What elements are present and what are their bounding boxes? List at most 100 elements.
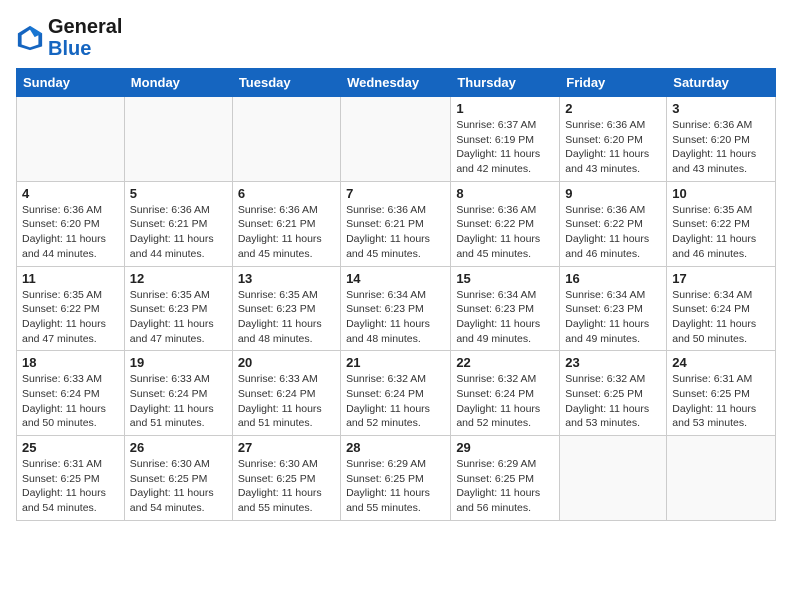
day-number: 3: [672, 101, 770, 116]
day-info: Sunrise: 6:36 AM Sunset: 6:20 PM Dayligh…: [565, 118, 661, 177]
day-info: Sunrise: 6:34 AM Sunset: 6:24 PM Dayligh…: [672, 288, 770, 347]
day-info: Sunrise: 6:33 AM Sunset: 6:24 PM Dayligh…: [130, 372, 227, 431]
day-info: Sunrise: 6:36 AM Sunset: 6:21 PM Dayligh…: [346, 203, 445, 262]
day-cell: 15 Sunrise: 6:34 AM Sunset: 6:23 PM Dayli…: [451, 266, 560, 351]
day-number: 25: [22, 440, 119, 455]
day-number: 28: [346, 440, 445, 455]
column-header-saturday: Saturday: [667, 69, 776, 97]
day-number: 24: [672, 355, 770, 370]
day-cell: 28 Sunrise: 6:29 AM Sunset: 6:25 PM Dayli…: [341, 436, 451, 521]
day-cell: 9 Sunrise: 6:36 AM Sunset: 6:22 PM Daylig…: [560, 181, 667, 266]
day-number: 12: [130, 271, 227, 286]
logo-text: General Blue: [48, 16, 122, 60]
day-cell: [667, 436, 776, 521]
day-cell: 27 Sunrise: 6:30 AM Sunset: 6:25 PM Dayli…: [232, 436, 340, 521]
day-number: 4: [22, 186, 119, 201]
day-number: 9: [565, 186, 661, 201]
day-info: Sunrise: 6:35 AM Sunset: 6:23 PM Dayligh…: [238, 288, 335, 347]
day-info: Sunrise: 6:34 AM Sunset: 6:23 PM Dayligh…: [565, 288, 661, 347]
calendar-header: SundayMondayTuesdayWednesdayThursdayFrid…: [17, 69, 776, 97]
day-cell: 26 Sunrise: 6:30 AM Sunset: 6:25 PM Dayli…: [124, 436, 232, 521]
day-info: Sunrise: 6:36 AM Sunset: 6:21 PM Dayligh…: [238, 203, 335, 262]
day-cell: 5Sunrise: 6:36 AM Sunset: 6:21 PM Daylig…: [124, 181, 232, 266]
day-cell: 4 Sunrise: 6:36 AM Sunset: 6:20 PM Daylig…: [17, 181, 125, 266]
day-number: 7: [346, 186, 445, 201]
day-cell: 21 Sunrise: 6:32 AM Sunset: 6:24 PM Dayli…: [341, 351, 451, 436]
day-info: Sunrise: 6:32 AM Sunset: 6:25 PM Dayligh…: [565, 372, 661, 431]
day-cell: 29 Sunrise: 6:29 AM Sunset: 6:25 PM Dayli…: [451, 436, 560, 521]
day-info: Sunrise: 6:32 AM Sunset: 6:24 PM Dayligh…: [456, 372, 554, 431]
day-number: 1: [456, 101, 554, 116]
day-info: Sunrise: 6:29 AM Sunset: 6:25 PM Dayligh…: [346, 457, 445, 516]
day-cell: 14Sunrise: 6:34 AM Sunset: 6:23 PM Dayli…: [341, 266, 451, 351]
day-cell: [560, 436, 667, 521]
week-row-2: 11 Sunrise: 6:35 AM Sunset: 6:22 PM Dayli…: [17, 266, 776, 351]
day-number: 18: [22, 355, 119, 370]
day-number: 13: [238, 271, 335, 286]
week-row-4: 25 Sunrise: 6:31 AM Sunset: 6:25 PM Dayli…: [17, 436, 776, 521]
day-info: Sunrise: 6:30 AM Sunset: 6:25 PM Dayligh…: [238, 457, 335, 516]
day-cell: [124, 97, 232, 182]
day-number: 14: [346, 271, 445, 286]
day-cell: 16 Sunrise: 6:34 AM Sunset: 6:23 PM Dayli…: [560, 266, 667, 351]
day-info: Sunrise: 6:36 AM Sunset: 6:20 PM Dayligh…: [22, 203, 119, 262]
day-info: Sunrise: 6:36 AM Sunset: 6:22 PM Dayligh…: [565, 203, 661, 262]
day-cell: 12Sunrise: 6:35 AM Sunset: 6:23 PM Dayli…: [124, 266, 232, 351]
day-cell: 24 Sunrise: 6:31 AM Sunset: 6:25 PM Dayli…: [667, 351, 776, 436]
day-cell: 7 Sunrise: 6:36 AM Sunset: 6:21 PM Daylig…: [341, 181, 451, 266]
column-header-monday: Monday: [124, 69, 232, 97]
day-cell: [341, 97, 451, 182]
day-cell: 23Sunrise: 6:32 AM Sunset: 6:25 PM Dayli…: [560, 351, 667, 436]
logo-icon: [16, 24, 44, 52]
day-cell: 20 Sunrise: 6:33 AM Sunset: 6:24 PM Dayli…: [232, 351, 340, 436]
day-cell: 10Sunrise: 6:35 AM Sunset: 6:22 PM Dayli…: [667, 181, 776, 266]
day-number: 20: [238, 355, 335, 370]
calendar-table: SundayMondayTuesdayWednesdayThursdayFrid…: [16, 68, 776, 521]
day-cell: 19Sunrise: 6:33 AM Sunset: 6:24 PM Dayli…: [124, 351, 232, 436]
day-info: Sunrise: 6:31 AM Sunset: 6:25 PM Dayligh…: [672, 372, 770, 431]
day-number: 10: [672, 186, 770, 201]
day-cell: 3 Sunrise: 6:36 AM Sunset: 6:20 PM Daylig…: [667, 97, 776, 182]
day-info: Sunrise: 6:34 AM Sunset: 6:23 PM Dayligh…: [456, 288, 554, 347]
day-number: 29: [456, 440, 554, 455]
day-cell: 25 Sunrise: 6:31 AM Sunset: 6:25 PM Dayli…: [17, 436, 125, 521]
day-info: Sunrise: 6:33 AM Sunset: 6:24 PM Dayligh…: [22, 372, 119, 431]
column-header-thursday: Thursday: [451, 69, 560, 97]
day-info: Sunrise: 6:37 AM Sunset: 6:19 PM Dayligh…: [456, 118, 554, 177]
day-number: 22: [456, 355, 554, 370]
day-number: 2: [565, 101, 661, 116]
calendar-body: 1 Sunrise: 6:37 AM Sunset: 6:19 PM Daylig…: [17, 97, 776, 521]
column-header-wednesday: Wednesday: [341, 69, 451, 97]
day-info: Sunrise: 6:36 AM Sunset: 6:22 PM Dayligh…: [456, 203, 554, 262]
day-cell: 1 Sunrise: 6:37 AM Sunset: 6:19 PM Daylig…: [451, 97, 560, 182]
column-header-tuesday: Tuesday: [232, 69, 340, 97]
day-info: Sunrise: 6:33 AM Sunset: 6:24 PM Dayligh…: [238, 372, 335, 431]
day-cell: 22 Sunrise: 6:32 AM Sunset: 6:24 PM Dayli…: [451, 351, 560, 436]
logo: General Blue: [16, 16, 122, 60]
day-cell: 17 Sunrise: 6:34 AM Sunset: 6:24 PM Dayli…: [667, 266, 776, 351]
header-row: SundayMondayTuesdayWednesdayThursdayFrid…: [17, 69, 776, 97]
day-info: Sunrise: 6:36 AM Sunset: 6:20 PM Dayligh…: [672, 118, 770, 177]
day-info: Sunrise: 6:29 AM Sunset: 6:25 PM Dayligh…: [456, 457, 554, 516]
day-cell: 18 Sunrise: 6:33 AM Sunset: 6:24 PM Dayli…: [17, 351, 125, 436]
day-info: Sunrise: 6:30 AM Sunset: 6:25 PM Dayligh…: [130, 457, 227, 516]
day-number: 8: [456, 186, 554, 201]
day-number: 27: [238, 440, 335, 455]
day-info: Sunrise: 6:35 AM Sunset: 6:22 PM Dayligh…: [22, 288, 119, 347]
page-header: General Blue: [16, 16, 776, 60]
week-row-0: 1 Sunrise: 6:37 AM Sunset: 6:19 PM Daylig…: [17, 97, 776, 182]
day-number: 26: [130, 440, 227, 455]
day-number: 21: [346, 355, 445, 370]
day-cell: 13 Sunrise: 6:35 AM Sunset: 6:23 PM Dayli…: [232, 266, 340, 351]
day-number: 17: [672, 271, 770, 286]
week-row-1: 4 Sunrise: 6:36 AM Sunset: 6:20 PM Daylig…: [17, 181, 776, 266]
day-number: 11: [22, 271, 119, 286]
column-header-sunday: Sunday: [17, 69, 125, 97]
day-cell: 6 Sunrise: 6:36 AM Sunset: 6:21 PM Daylig…: [232, 181, 340, 266]
day-info: Sunrise: 6:32 AM Sunset: 6:24 PM Dayligh…: [346, 372, 445, 431]
day-info: Sunrise: 6:31 AM Sunset: 6:25 PM Dayligh…: [22, 457, 119, 516]
week-row-3: 18 Sunrise: 6:33 AM Sunset: 6:24 PM Dayli…: [17, 351, 776, 436]
day-number: 16: [565, 271, 661, 286]
day-number: 15: [456, 271, 554, 286]
day-number: 6: [238, 186, 335, 201]
